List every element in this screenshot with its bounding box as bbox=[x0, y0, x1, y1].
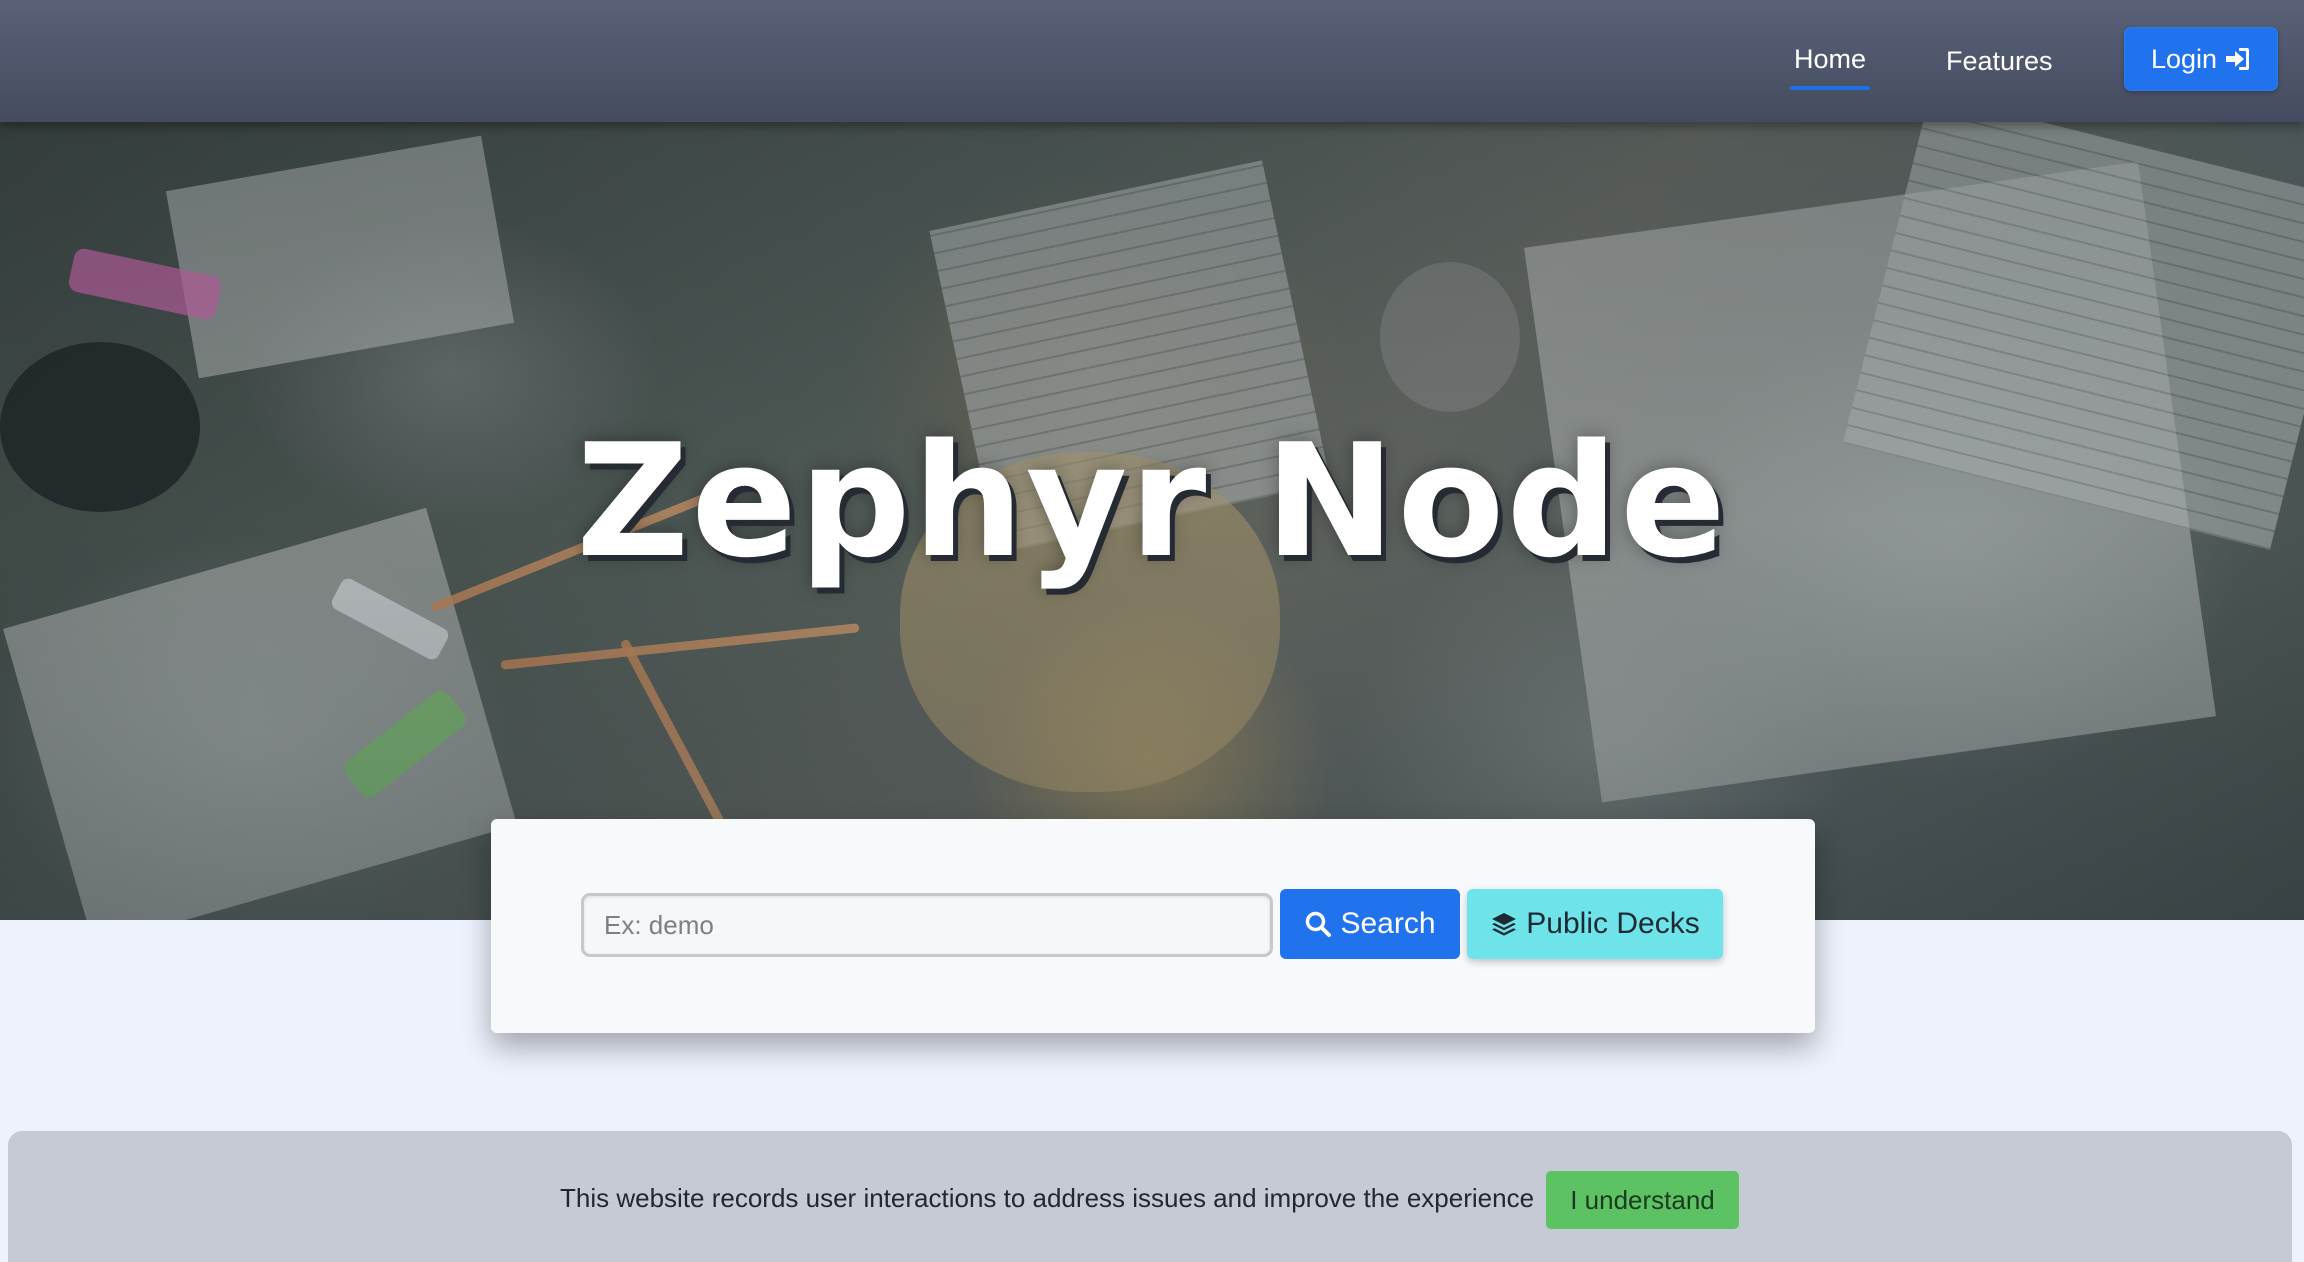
consent-accept-button[interactable]: I understand bbox=[1546, 1171, 1739, 1229]
nav-home-link[interactable]: Home bbox=[1790, 42, 1870, 92]
public-decks-button-label: Public Decks bbox=[1526, 907, 1700, 940]
search-button[interactable]: Search bbox=[1280, 889, 1460, 959]
login-button[interactable]: Login bbox=[2124, 27, 2278, 91]
page: Home Features Login Zephyr Node Ex: demo… bbox=[0, 0, 2304, 1262]
search-icon bbox=[1306, 911, 1332, 937]
login-button-label: Login bbox=[2150, 43, 2218, 74]
cookie-consent-banner: This website records user interactions t… bbox=[8, 1131, 2292, 1262]
hero-title: Zephyr Node bbox=[576, 410, 1728, 592]
nav-active-indicator bbox=[1790, 86, 1870, 90]
nav-features-link[interactable]: Features bbox=[1946, 44, 2053, 94]
search-button-label: Search bbox=[1340, 907, 1436, 940]
hero-background: Zephyr Node bbox=[0, 122, 2304, 920]
sign-in-icon bbox=[2226, 48, 2250, 70]
layers-icon bbox=[1492, 913, 1517, 936]
public-decks-button[interactable]: Public Decks bbox=[1467, 889, 1723, 959]
top-navbar: Home Features Login bbox=[0, 0, 2304, 122]
consent-message: This website records user interactions t… bbox=[560, 1183, 1535, 1213]
search-input[interactable] bbox=[581, 893, 1273, 957]
search-card: Search Public Decks bbox=[491, 819, 1815, 1033]
